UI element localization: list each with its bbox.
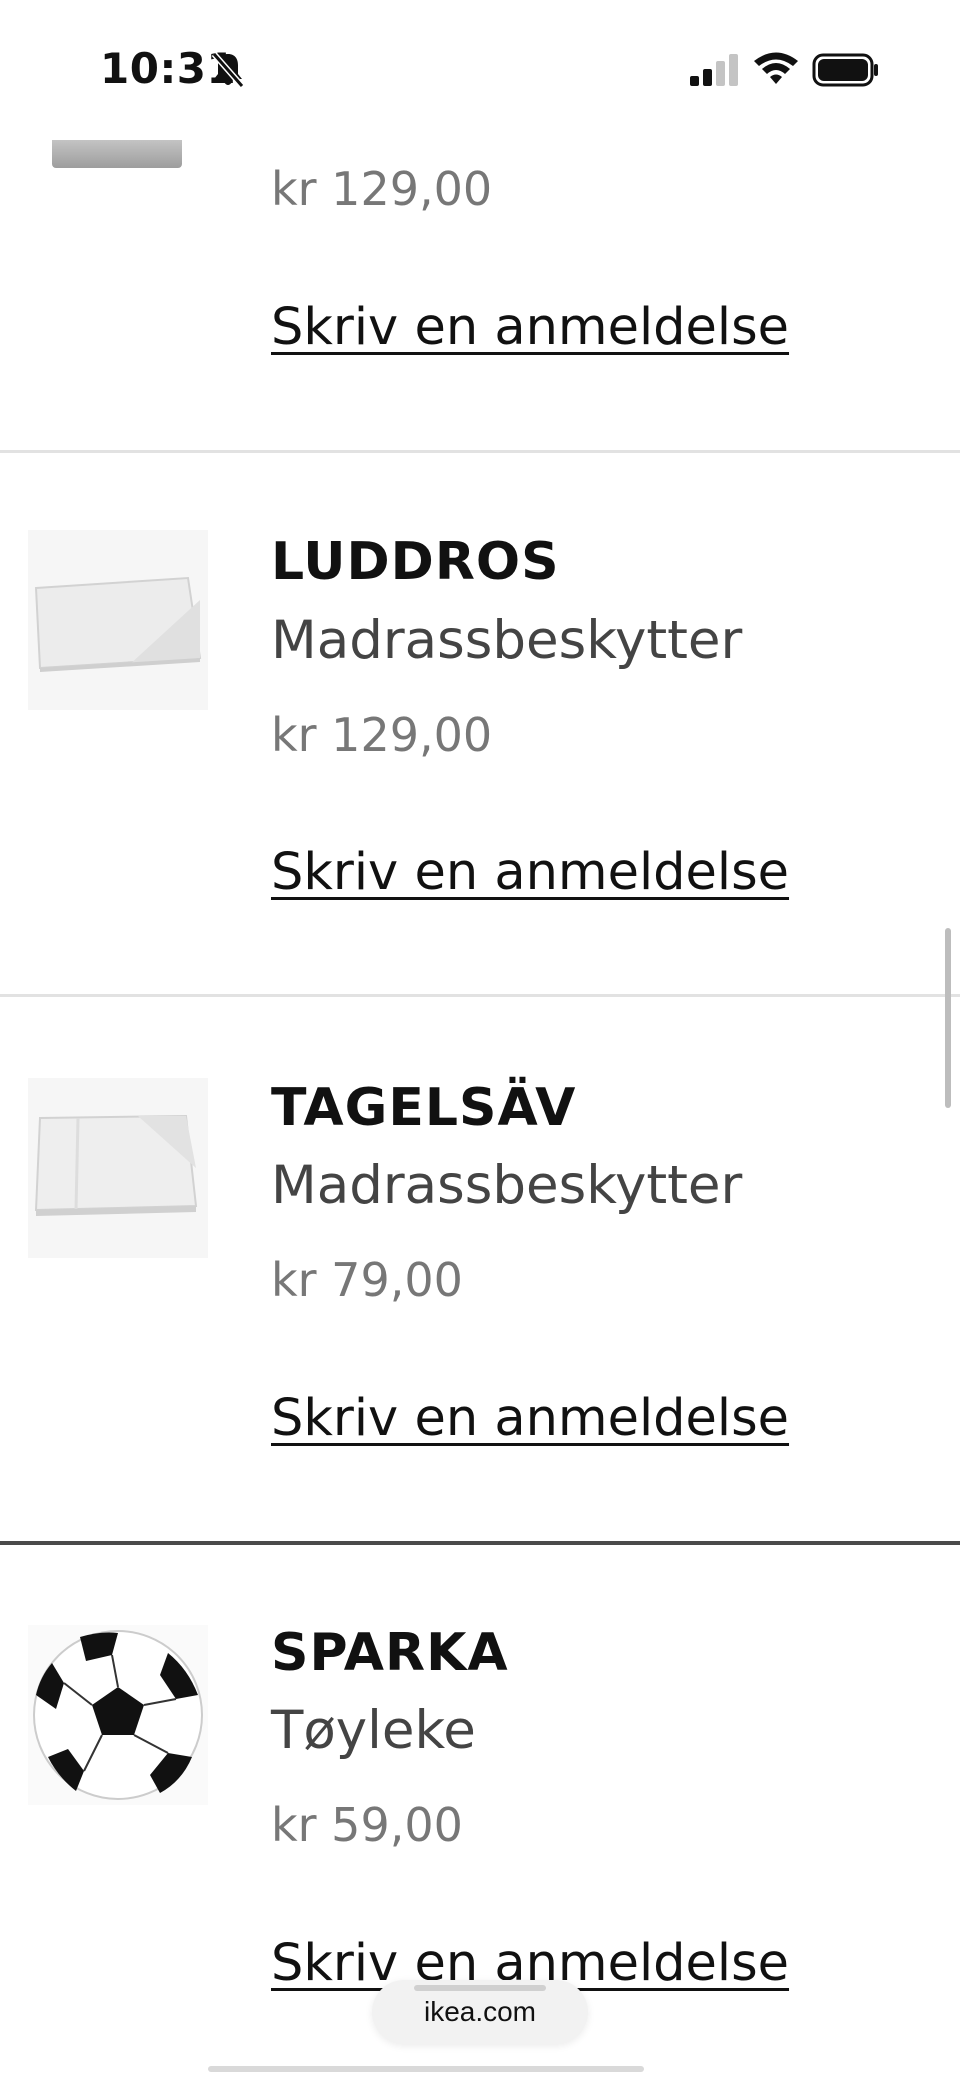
write-review-link[interactable]: Skriv en anmeldelse bbox=[271, 1389, 789, 1448]
product-name: TAGELSÄV bbox=[271, 1078, 577, 1138]
product-image-soccer-ball bbox=[28, 1625, 208, 1805]
url-text: ikea.com bbox=[423, 1996, 537, 2027]
product-description: Tøyleke bbox=[271, 1700, 476, 1761]
wifi-icon bbox=[754, 52, 798, 84]
product-image bbox=[52, 140, 182, 168]
product-image-mattress-protector bbox=[28, 1078, 208, 1258]
divider bbox=[0, 994, 960, 997]
product-price: kr 79,00 bbox=[271, 1253, 463, 1307]
home-indicator[interactable] bbox=[208, 2066, 644, 2072]
product-price: kr 129,00 bbox=[271, 708, 493, 762]
product-description: Madrassbeskytter bbox=[271, 610, 743, 671]
tab-bar-handle-icon bbox=[414, 1985, 546, 1991]
product-name: SPARKA bbox=[271, 1623, 509, 1683]
divider bbox=[0, 1541, 960, 1545]
scrollbar[interactable] bbox=[945, 928, 951, 1108]
product-name: LUDDROS bbox=[271, 532, 560, 592]
signal-icon bbox=[690, 54, 738, 86]
divider bbox=[0, 450, 960, 453]
write-review-link[interactable]: Skriv en anmeldelse bbox=[271, 843, 789, 902]
product-image-mattress-protector bbox=[28, 530, 208, 710]
battery-icon bbox=[812, 53, 878, 87]
product-price: kr 129,00 bbox=[271, 162, 493, 216]
product-description: Madrassbeskytter bbox=[271, 1155, 743, 1216]
product-price: kr 59,00 bbox=[271, 1798, 463, 1852]
bell-slash-icon bbox=[211, 52, 245, 88]
status-bar: 10:31 bbox=[0, 0, 960, 140]
write-review-link[interactable]: Skriv en anmeldelse bbox=[271, 298, 789, 357]
